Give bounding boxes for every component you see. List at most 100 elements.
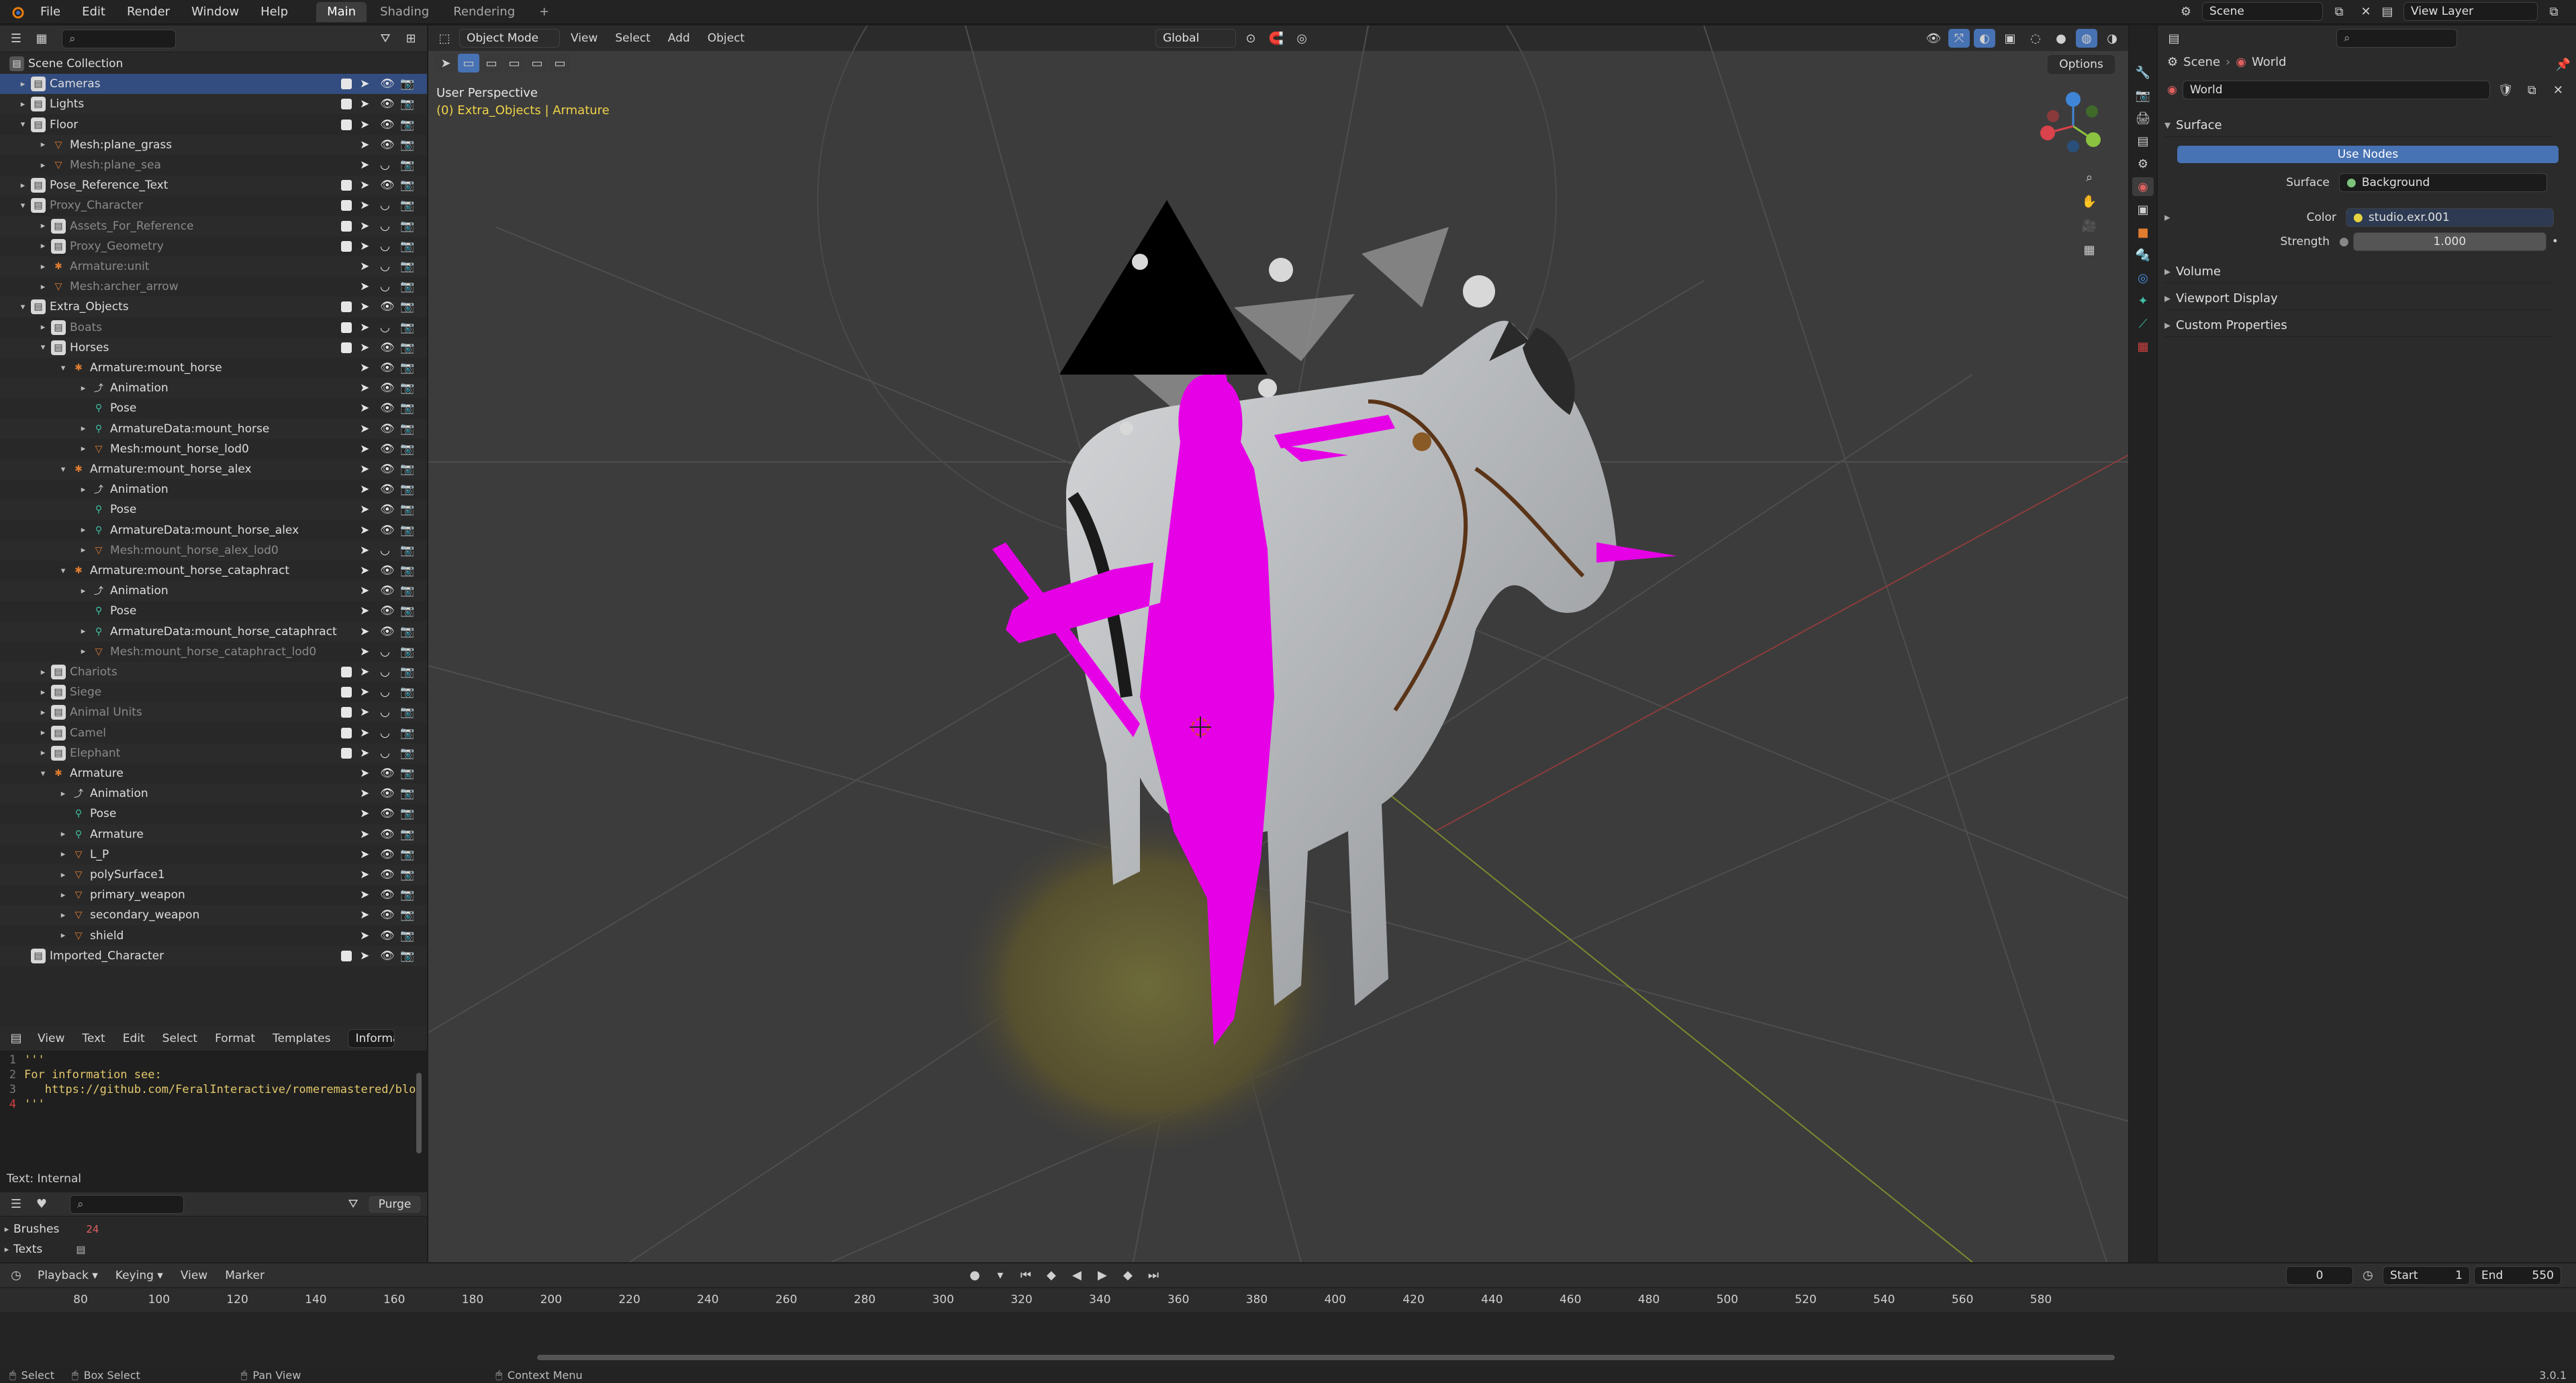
exclude-checkbox[interactable] bbox=[341, 322, 352, 333]
render-camera-icon[interactable]: 📷 bbox=[400, 908, 414, 922]
render-camera-icon[interactable]: 📷 bbox=[400, 584, 414, 598]
expand-arrow-icon[interactable]: ▸ bbox=[77, 444, 90, 454]
selectable-arrow-icon[interactable]: ➤ bbox=[360, 179, 369, 192]
selectable-arrow-icon[interactable]: ➤ bbox=[360, 240, 369, 253]
properties-search-input[interactable]: ⌕ bbox=[2336, 29, 2457, 48]
outliner-row[interactable]: ▸ ▽ Mesh:mount_horse_cataphract_lod0 ➤ ◡ 📷 bbox=[0, 642, 427, 662]
outliner-row[interactable]: ▾ ▤ Proxy_Character ➤ ◡ 📷 bbox=[0, 195, 427, 216]
text-editor-type-icon[interactable]: ▤ bbox=[5, 1029, 27, 1048]
scene-tab-icon[interactable]: ⚙ bbox=[2132, 154, 2154, 173]
outliner-row[interactable]: ▾ ▤ Floor ➤ 👁 📷 bbox=[0, 115, 427, 135]
selectable-arrow-icon[interactable]: ➤ bbox=[360, 442, 369, 456]
exclude-checkbox[interactable] bbox=[341, 119, 352, 130]
eye-icon[interactable]: 👁 bbox=[380, 341, 395, 354]
workspace-tab-rendering[interactable]: Rendering bbox=[442, 2, 526, 22]
world-name-field[interactable]: World bbox=[2182, 81, 2490, 99]
outliner-row[interactable]: ▾ ▤ Horses ➤ 👁 📷 bbox=[0, 337, 427, 358]
render-camera-icon[interactable]: 📷 bbox=[400, 524, 414, 537]
eye-icon[interactable]: ◡ bbox=[380, 158, 390, 172]
outliner-search-input[interactable]: ⌕ bbox=[62, 29, 176, 48]
selectable-arrow-icon[interactable]: ➤ bbox=[360, 524, 369, 537]
selectable-arrow-icon[interactable]: ➤ bbox=[360, 929, 369, 943]
exclude-checkbox[interactable] bbox=[341, 707, 352, 718]
keying-menu[interactable]: Keying ▾ bbox=[109, 1269, 170, 1282]
expand-arrow-icon[interactable]: ▸ bbox=[36, 140, 50, 150]
render-camera-icon[interactable]: 📷 bbox=[400, 138, 414, 152]
eye-icon[interactable]: 👁 bbox=[380, 868, 395, 881]
world-tab-icon[interactable]: ◉ bbox=[2132, 177, 2154, 196]
expand-arrow-icon[interactable]: ▾ bbox=[56, 566, 70, 576]
menu-window[interactable]: Window bbox=[182, 2, 248, 22]
selectable-arrow-icon[interactable]: ➤ bbox=[360, 158, 369, 172]
render-camera-icon[interactable]: 📷 bbox=[400, 706, 414, 719]
expand-arrow-icon[interactable]: ▸ bbox=[16, 99, 30, 109]
exclude-checkbox[interactable] bbox=[341, 950, 352, 961]
exclude-checkbox[interactable] bbox=[341, 301, 352, 313]
selectable-arrow-icon[interactable]: ➤ bbox=[360, 685, 369, 699]
frame-ruler[interactable]: 80 100 120 140 160 180 200 220 240 260 280 300 320 34… bbox=[0, 1289, 2576, 1312]
surface-dropdown[interactable]: ● Background bbox=[2339, 173, 2547, 192]
render-camera-icon[interactable]: 📷 bbox=[400, 341, 414, 354]
outliner-row[interactable]: ▸ ⤴ Animation ➤ 👁 📷 bbox=[0, 581, 427, 602]
outliner-row[interactable]: ▸ ▤ Animal Units ➤ ◡ 📷 bbox=[0, 702, 427, 723]
eye-icon[interactable]: 👁 bbox=[380, 888, 395, 902]
breadcrumb-scene[interactable]: Scene bbox=[2183, 55, 2220, 69]
surface-panel-header[interactable]: ▾ Surface bbox=[2164, 114, 2553, 137]
exclude-checkbox[interactable] bbox=[341, 687, 352, 698]
expand-arrow-icon[interactable]: ▾ bbox=[16, 120, 30, 130]
camera-view-icon[interactable]: 🎥 bbox=[2079, 216, 2100, 235]
eye-icon[interactable]: 👁 bbox=[380, 767, 395, 780]
expand-arrow-icon[interactable]: ▸ bbox=[36, 262, 50, 272]
editor-type-icon[interactable]: ☰ bbox=[5, 30, 27, 48]
prev-keyframe-icon[interactable]: ◆ bbox=[1041, 1266, 1062, 1285]
play-icon[interactable]: ▶ bbox=[1092, 1266, 1113, 1285]
eye-icon[interactable]: 👁 bbox=[380, 138, 395, 152]
selectable-arrow-icon[interactable]: ➤ bbox=[360, 199, 369, 212]
pin-icon[interactable]: 📌 bbox=[2553, 55, 2574, 74]
expand-arrow-icon[interactable]: ▸ bbox=[77, 383, 90, 393]
outliner-row[interactable]: ▸ ⤴ Animation ➤ 👁 📷 bbox=[0, 479, 427, 499]
keyframe-dot-icon[interactable]: • bbox=[2552, 235, 2559, 248]
eye-icon[interactable]: 👁 bbox=[380, 848, 395, 861]
object-data-tab-icon[interactable]: ✦ bbox=[2132, 291, 2154, 310]
menu-help[interactable]: Help bbox=[251, 2, 297, 22]
render-camera-icon[interactable]: 📷 bbox=[400, 868, 414, 881]
text-menu-format[interactable]: Format bbox=[208, 1032, 262, 1045]
collection-tab-icon[interactable]: ▣ bbox=[2132, 200, 2154, 219]
ortho-toggle-icon[interactable]: ▦ bbox=[2079, 240, 2100, 259]
selectable-arrow-icon[interactable]: ➤ bbox=[360, 341, 369, 354]
render-camera-icon[interactable]: 📷 bbox=[400, 503, 414, 516]
expand-arrow-icon[interactable]: ▸ bbox=[56, 789, 70, 799]
menu-file[interactable]: File bbox=[31, 2, 70, 22]
outliner-row[interactable]: ▸ ▽ Mesh:archer_arrow ➤ ◡ 📷 bbox=[0, 277, 427, 297]
expand-arrow-icon[interactable]: ▸ bbox=[56, 829, 70, 839]
selectable-arrow-icon[interactable]: ➤ bbox=[360, 949, 369, 963]
exclude-checkbox[interactable] bbox=[341, 747, 352, 759]
render-camera-icon[interactable]: 📷 bbox=[400, 401, 414, 415]
output-tab-icon[interactable]: 🖨 bbox=[2132, 109, 2154, 128]
selectable-arrow-icon[interactable]: ➤ bbox=[360, 422, 369, 436]
data-row-texts[interactable]: ▸ Texts ▤ bbox=[0, 1239, 427, 1259]
scene-collection-row[interactable]: ▤ Scene Collection bbox=[0, 54, 427, 74]
eye-icon[interactable]: 👁 bbox=[380, 949, 395, 963]
eye-icon[interactable]: 👁 bbox=[380, 584, 395, 598]
text-scrollbar[interactable] bbox=[416, 1073, 422, 1153]
text-menu-view[interactable]: View bbox=[31, 1032, 71, 1045]
outliner-row[interactable]: ⚲ Pose ➤ 👁 📷 bbox=[0, 804, 427, 824]
3d-viewport[interactable]: ⬚ Object Mode View Select Add Object Glo… bbox=[428, 26, 2128, 1262]
blend-file-mode-icon[interactable]: ♥ bbox=[31, 1195, 52, 1214]
eye-icon[interactable]: ◡ bbox=[380, 665, 390, 679]
outliner-row[interactable]: ▸ ▤ Camel ➤ ◡ 📷 bbox=[0, 723, 427, 743]
eye-icon[interactable]: ◡ bbox=[380, 685, 390, 699]
selectable-arrow-icon[interactable]: ➤ bbox=[360, 604, 369, 618]
selectable-arrow-icon[interactable]: ➤ bbox=[360, 807, 369, 820]
view-layer-field[interactable]: View Layer bbox=[2403, 2, 2538, 21]
physics-tab-icon[interactable]: ◎ bbox=[2132, 269, 2154, 287]
expand-arrow-icon[interactable]: ▸ bbox=[56, 931, 70, 941]
eye-icon[interactable]: 👁 bbox=[380, 604, 395, 618]
outliner-row[interactable]: ▸ ▽ secondary_weapon ➤ 👁 📷 bbox=[0, 905, 427, 926]
selectable-arrow-icon[interactable]: ➤ bbox=[360, 787, 369, 800]
new-world-icon[interactable]: ⧉ bbox=[2522, 81, 2542, 99]
eye-icon[interactable]: 👁 bbox=[380, 381, 395, 395]
timeline-view-menu[interactable]: View bbox=[174, 1269, 214, 1282]
